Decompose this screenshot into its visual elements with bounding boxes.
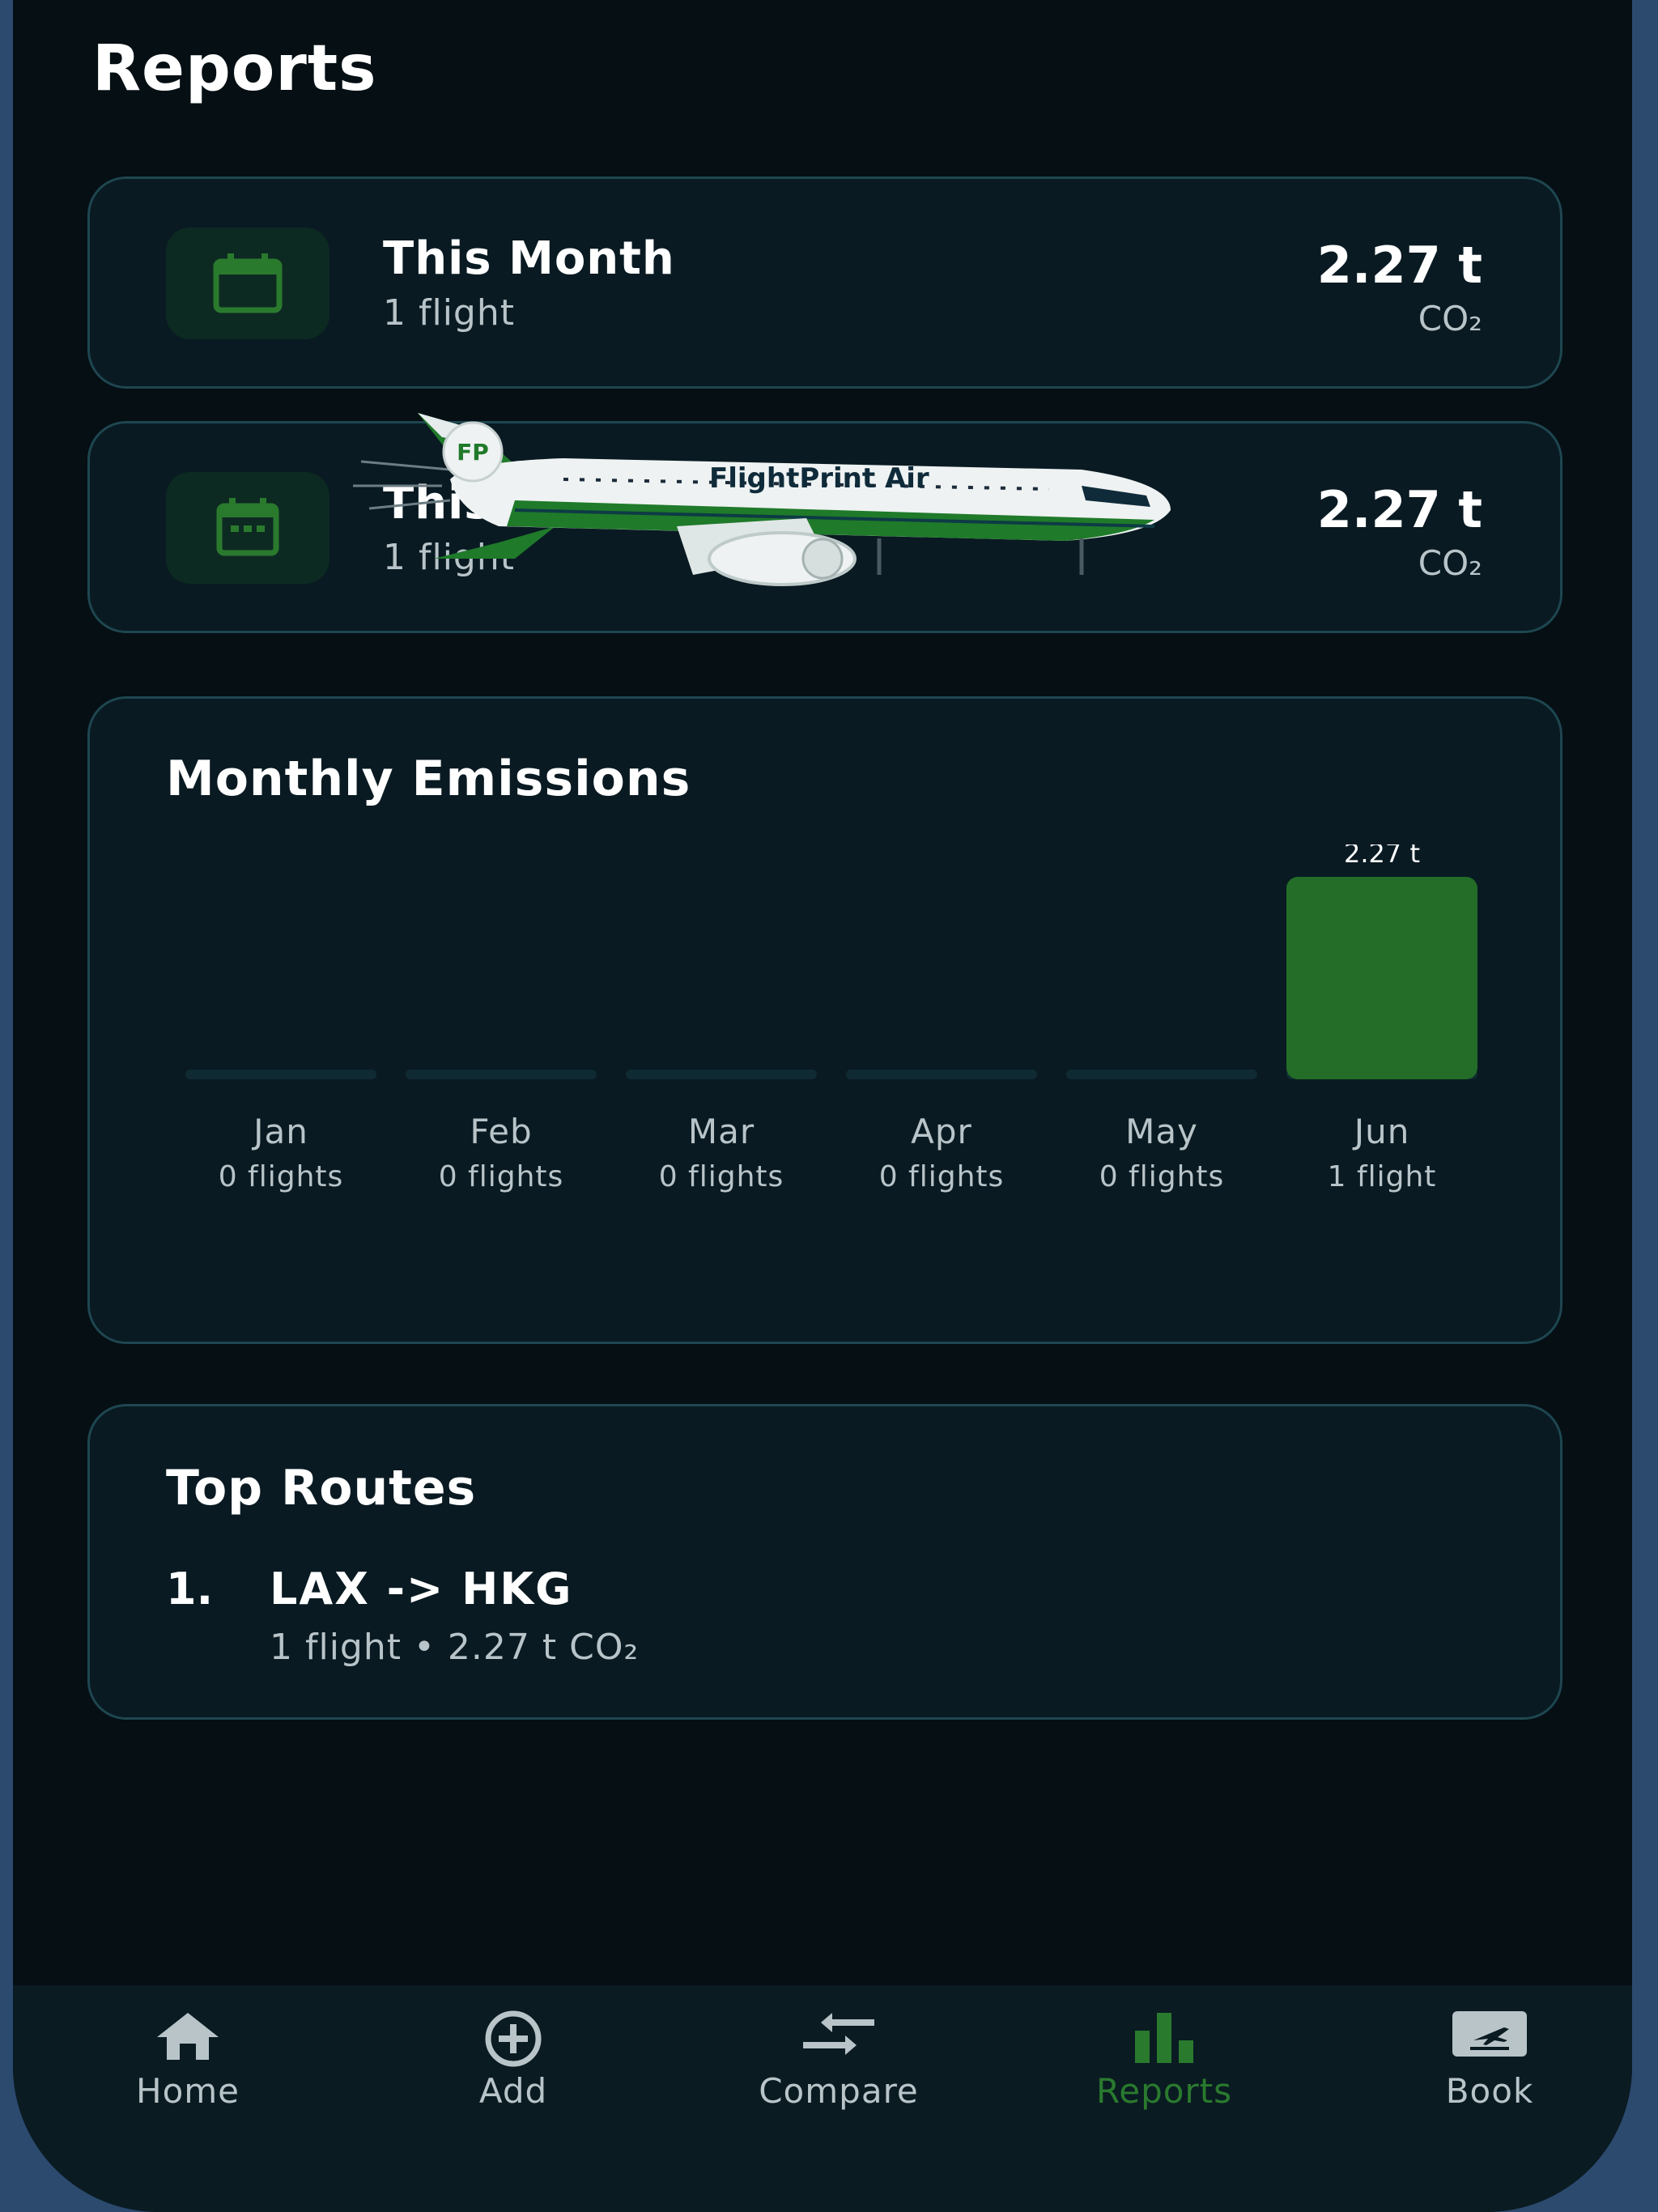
bar-jun[interactable]: [1286, 877, 1477, 1079]
nav-book[interactable]: Book: [1352, 1985, 1627, 2147]
nav-reports[interactable]: Reports: [1027, 1985, 1302, 2147]
bar-chart-icon: [1135, 2013, 1193, 2063]
compare-arrows-icon: [803, 2013, 874, 2055]
summary-value: 2.27 t: [1316, 236, 1482, 295]
home-icon: [157, 2013, 219, 2060]
calendar-icon-box: [166, 472, 329, 584]
month-label: May: [1125, 1112, 1198, 1151]
airplane-illustration: FlightPrint Air FP: [353, 413, 1171, 586]
route-name: LAX -> HKG: [270, 1563, 573, 1614]
nav-label: Reports: [1095, 2071, 1233, 2111]
bottom-navigation: Home Add Compare Reports Book: [13, 1985, 1632, 2212]
route-detail: 1 flight • 2.27 t CO₂: [270, 1627, 640, 1668]
monthly-emissions-chart: 2.27 t Jan 0 flights Feb 0 flights Mar 0 flig…: [171, 844, 1482, 1274]
calendar-icon: [216, 498, 279, 556]
bar-track-feb: [406, 1070, 597, 1079]
month-label: Jan: [253, 1112, 308, 1151]
month-flight-count: 0 flights: [878, 1160, 1005, 1193]
chart-svg: 2.27 t: [185, 844, 1477, 1079]
chart-title: Monthly Emissions: [166, 751, 691, 807]
route-rank: 1.: [166, 1563, 214, 1614]
month-flight-count: 0 flights: [658, 1160, 784, 1193]
phone-frame: Reports This Month 1 flight 2.27 t CO₂ T…: [13, 0, 1632, 2212]
month-label: Mar: [687, 1112, 755, 1151]
page-title: Reports: [92, 32, 377, 105]
month-flight-count: 1 flight: [1327, 1160, 1437, 1193]
summary-subtitle: 1 flight: [383, 292, 515, 334]
summary-value: 2.27 t: [1316, 480, 1482, 539]
nav-label: Compare: [759, 2071, 919, 2111]
nav-add[interactable]: Add: [376, 1985, 651, 2147]
plane-badge-text: FP: [457, 439, 489, 466]
flight-ticket-icon: [1452, 2011, 1527, 2057]
nav-label: Add: [478, 2071, 548, 2111]
add-circle-icon: [485, 2010, 542, 2067]
summary-unit: CO₂: [1418, 543, 1482, 583]
nav-label: Book: [1445, 2071, 1534, 2111]
top-routes-title: Top Routes: [166, 1460, 477, 1516]
month-label: Apr: [911, 1112, 972, 1151]
calendar-icon-box: [166, 228, 329, 339]
bar-track-may: [1066, 1070, 1257, 1079]
plane-livery-text: FlightPrint Air: [709, 462, 929, 495]
bar-track-apr: [846, 1070, 1037, 1079]
nav-compare[interactable]: Compare: [701, 1985, 976, 2147]
summary-card-this-month[interactable]: This Month 1 flight 2.27 t CO₂: [87, 177, 1562, 389]
month-label: Feb: [470, 1112, 533, 1151]
bar-track-jan: [185, 1070, 376, 1079]
month-flight-count: 0 flights: [438, 1160, 564, 1193]
month-label: Jun: [1354, 1112, 1410, 1151]
summary-unit: CO₂: [1418, 299, 1482, 338]
reports-screen: Reports This Month 1 flight 2.27 t CO₂ T…: [13, 0, 1632, 2212]
month-flight-count: 0 flights: [218, 1160, 344, 1193]
top-routes-card: Top Routes 1. LAX -> HKG 1 flight • 2.27…: [87, 1404, 1562, 1720]
monthly-emissions-card: Monthly Emissions 2.27 t Jan 0 flights Feb…: [87, 696, 1562, 1344]
bar-track-mar: [626, 1070, 817, 1079]
summary-title: This Month: [383, 232, 675, 285]
month-flight-count: 0 flights: [1099, 1160, 1225, 1193]
nav-home[interactable]: Home: [50, 1985, 325, 2147]
nav-label: Home: [135, 2071, 240, 2111]
calendar-icon: [213, 253, 283, 313]
bar-value-label: 2.27 t: [1344, 844, 1420, 869]
